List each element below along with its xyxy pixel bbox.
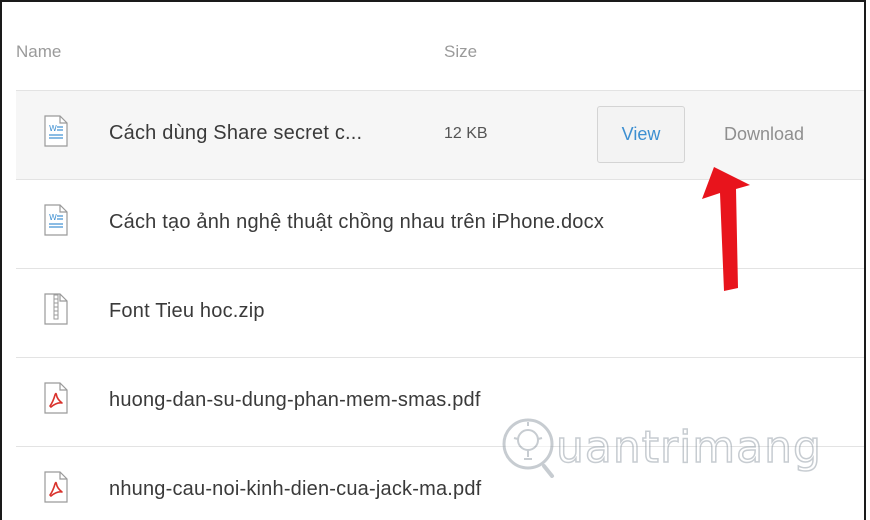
view-button[interactable]: View [597,106,685,163]
svg-text:W: W [49,124,57,133]
word-document-icon: W [44,115,68,147]
column-header-size[interactable]: Size [444,42,477,62]
watermark-text: uantrimang [555,421,822,474]
svg-text:W: W [49,213,57,222]
zip-archive-icon [44,293,68,325]
file-name[interactable]: Font Tieu hoc.zip [109,300,265,323]
file-list-header: Name Size [2,2,864,90]
quantrimang-logo-icon [502,418,554,478]
word-document-icon: W [44,204,68,236]
file-list-window: Name Size W Cách dùng Share secret c... … [0,0,866,520]
column-header-name[interactable]: Name [16,42,61,62]
download-link[interactable]: Download [724,124,804,145]
file-row[interactable]: W Cách dùng Share secret c... 12 KB View… [16,90,864,179]
pdf-document-icon [44,382,68,414]
pdf-document-icon [44,471,68,503]
file-name[interactable]: Cách tạo ảnh nghệ thuật chồng nhau trên … [109,211,604,234]
file-name[interactable]: Cách dùng Share secret c... [109,122,362,145]
file-name[interactable]: nhung-cau-noi-kinh-dien-cua-jack-ma.pdf [109,478,481,501]
red-arrow-pointing-up-icon [692,167,762,292]
file-name[interactable]: huong-dan-su-dung-phan-mem-smas.pdf [109,389,481,412]
quantrimang-watermark: uantrimang [498,410,828,480]
file-size: 12 KB [444,125,488,142]
